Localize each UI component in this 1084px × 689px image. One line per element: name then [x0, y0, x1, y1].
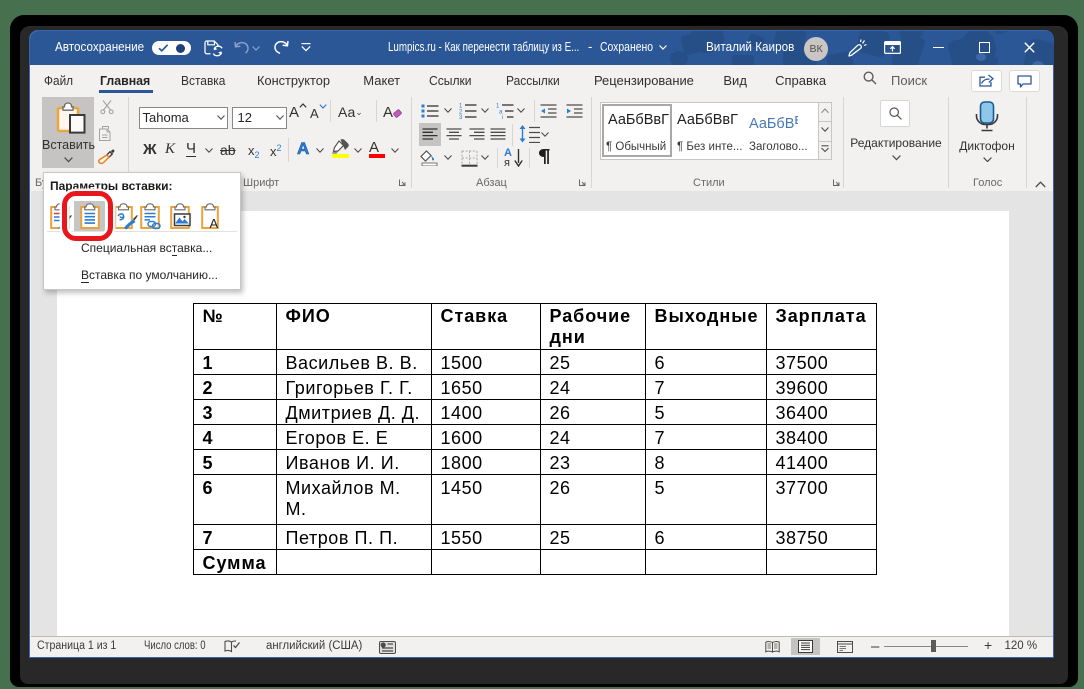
- svg-text:i: i: [502, 115, 503, 119]
- svg-text:3: 3: [459, 115, 463, 119]
- svg-text:A: A: [210, 216, 219, 230]
